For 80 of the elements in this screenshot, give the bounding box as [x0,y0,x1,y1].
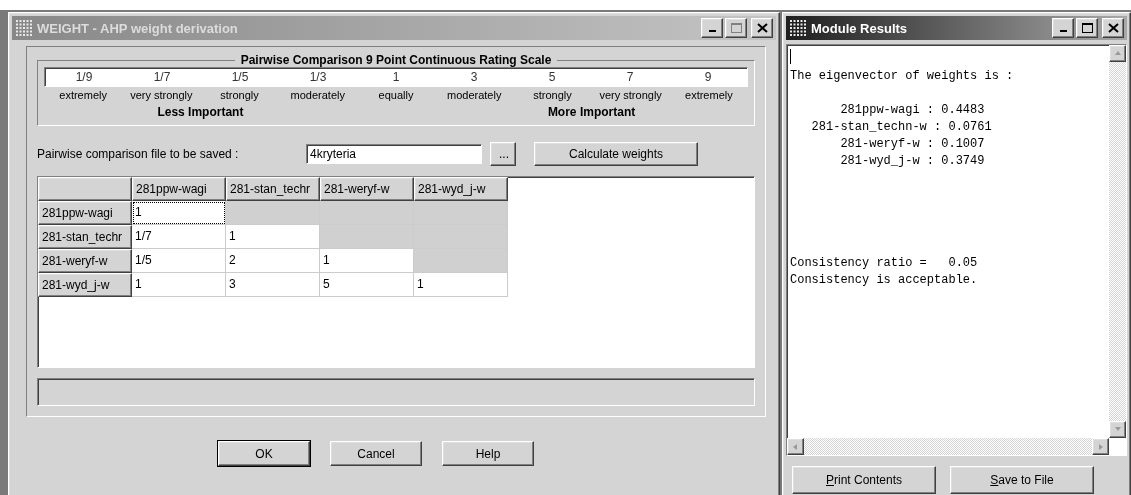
scale-value: 3 [469,70,479,84]
scale-label: strongly [532,88,573,101]
text-line: 281-weryf-w : 0.1007 [839,136,986,153]
window-title: Module Results [811,20,909,36]
results-text-area[interactable]: The eigenvector of weights is : 281ppw-wagi : 0.4483 281-stan_techn-w : 0.0761 281-weryf-w : 0.1007 281-wyd_j-w : 0.3749 Consistency ratio = 0.05 Consistency is acceptable. [786,44,1127,456]
scale-value: 1/7 [152,70,172,84]
close-icon [1107,23,1119,33]
minimize-icon [1059,30,1067,32]
scale-value: 5 [547,70,557,84]
scroll-arrow-button[interactable] [787,438,804,455]
grid-cell[interactable]: 1 [226,225,320,249]
maximize-icon [730,23,742,33]
grid-cell[interactable]: 5 [320,273,414,297]
scale-label: very strongly [129,88,194,101]
grid-cell[interactable]: 1 [132,201,226,225]
scale-value: 1/9 [74,70,94,84]
close-button[interactable] [1102,18,1124,38]
scroll-arrow-button[interactable] [1092,438,1109,455]
scale-value: 9 [703,70,713,84]
window-title: WEIGHT - AHP weight derivation [37,20,239,36]
grid-cell[interactable]: 2 [226,249,320,273]
scale-label: moderately [289,88,346,101]
less-important-label: Less Important [156,104,245,121]
text-line: Consistency is acceptable. [790,272,979,289]
dialog-button[interactable]: Help [442,441,534,466]
maximize-icon [1081,23,1093,33]
text-line: 281-wyd_j-w : 0.3749 [839,153,986,170]
scale-value: 7 [625,70,635,84]
text-line: The eigenvector of weights is : [790,68,1015,85]
maximize-button[interactable] [1076,18,1098,38]
grid-cell[interactable]: 3 [226,273,320,297]
scale-value: 1/3 [308,70,328,84]
grid-cell[interactable]: 1/5 [132,249,226,273]
browse-button[interactable]: ... [490,142,516,166]
scale-label: strongly [219,88,260,101]
scale-value: 1 [391,70,401,84]
grid-cell[interactable]: 1 [132,273,226,297]
dialog-button[interactable]: OK [218,441,310,466]
grid-cell[interactable]: 1 [414,273,508,297]
scale-label: moderately [446,88,503,101]
group-title: Pairwise Comparison 9 Point Continuous Rating Scale [239,53,553,67]
column-header: 281-stan_techr [226,177,320,201]
close-button[interactable] [751,18,773,38]
results-button[interactable]: Save to File [950,466,1094,494]
text-line: 281-stan_techn-w : 0.0761 [810,119,993,136]
grid-logo-icon [15,19,33,37]
more-important-label: More Important [546,104,637,121]
column-header: 281-wyd_j-w [414,177,508,201]
file-name-field[interactable]: 4kryteria [306,144,482,164]
scroll-arrow-button[interactable] [1109,421,1126,438]
text-line: 281ppw-wagi : 0.4483 [839,102,986,119]
horizontal-scrollbar[interactable] [787,438,1109,455]
scale-value: 1/5 [230,70,250,84]
scale-label: equally [377,88,415,101]
column-header: 281-weryf-w [320,177,414,201]
row-header: 281-wyd_j-w [38,273,132,297]
maximize-button[interactable] [725,18,747,38]
minimize-button[interactable] [701,18,723,38]
vertical-scrollbar[interactable] [1109,45,1126,438]
scale-label: extremely [684,88,734,101]
text-line: Consistency ratio = 0.05 [790,255,979,272]
minimize-button[interactable] [1052,18,1074,38]
dialog-button[interactable]: Cancel [330,441,422,466]
file-label: Pairwise comparison file to be saved : [37,147,240,161]
minimize-icon [708,30,716,32]
row-header: 281ppw-wagi [38,201,132,225]
grid-cell[interactable]: 1/7 [132,225,226,249]
text-cursor [790,49,791,64]
results-button[interactable]: Print Contents [792,466,936,494]
row-header: 281-weryf-w [38,249,132,273]
close-icon [756,23,768,33]
row-header: 281-stan_techr [38,225,132,249]
grid-logo-icon [789,19,807,37]
scale-label: extremely [58,88,108,101]
rating-scale[interactable]: 1/9 1/7 1/5 1/3 1 3 5 7 9 [44,67,748,87]
calculate-weights-button[interactable]: Calculate weights [534,142,698,166]
scroll-arrow-button[interactable] [1109,45,1126,62]
grid-cell[interactable]: 1 [320,249,414,273]
scale-label: very strongly [598,88,663,101]
column-header: 281ppw-wagi [132,177,226,201]
